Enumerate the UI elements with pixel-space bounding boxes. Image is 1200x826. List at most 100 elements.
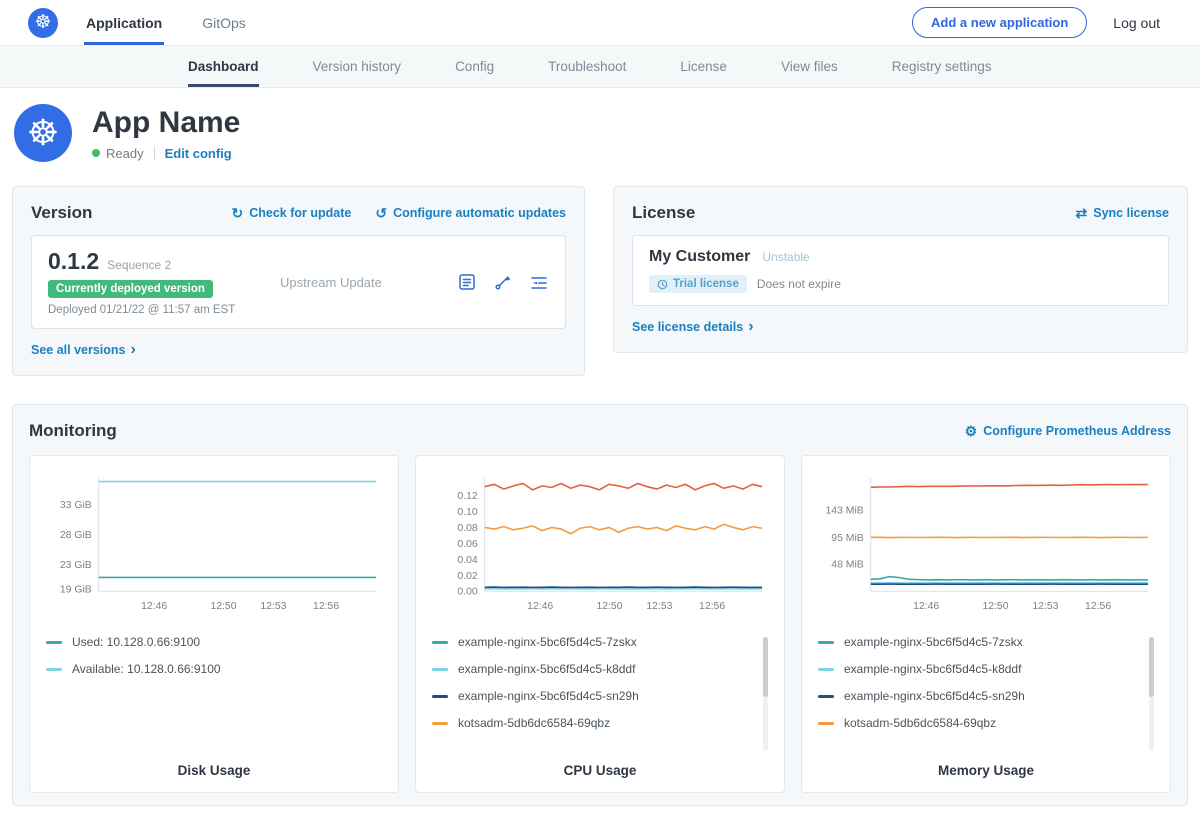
legend-label: Used: 10.128.0.66:9100	[72, 635, 200, 649]
refresh-icon: ↻	[231, 206, 243, 220]
kubernetes-wheel-glyph: ☸	[27, 112, 59, 154]
topnav-tabs: Application GitOps	[84, 0, 284, 45]
legend-swatch	[432, 695, 448, 698]
svg-text:12:46: 12:46	[141, 601, 167, 612]
license-card: License ⇄ Sync license My Customer Unsta…	[613, 186, 1188, 353]
deployed-status-badge: Currently deployed version	[48, 280, 213, 298]
disk-usage-panel: 33 GiB28 GiB23 GiB19 GiB12:4612:5012:531…	[29, 455, 399, 793]
current-version-box: 0.1.2 Sequence 2 Currently deployed vers…	[31, 235, 566, 329]
legend-label: example-nginx-5bc6f5d4c5-sn29h	[844, 689, 1025, 703]
tab-version-history[interactable]: Version history	[313, 46, 402, 87]
disk-usage-legend: Used: 10.128.0.66:9100Available: 10.128.…	[46, 635, 382, 757]
cpu-usage-panel: 0.120.100.080.060.040.020.0012:4612:5012…	[415, 455, 785, 793]
legend-swatch	[818, 641, 834, 644]
tab-config[interactable]: Config	[455, 46, 494, 87]
legend-item: example-nginx-5bc6f5d4c5-sn29h	[818, 689, 1138, 703]
license-card-title: License	[632, 203, 695, 223]
svg-text:143 MiB: 143 MiB	[825, 506, 863, 517]
release-notes-icon[interactable]	[457, 272, 477, 292]
svg-text:0.10: 0.10	[457, 507, 477, 518]
version-card-title: Version	[31, 203, 92, 223]
memory-usage-legend: example-nginx-5bc6f5d4c5-7zskx example-ng…	[818, 635, 1154, 757]
legend-label: example-nginx-5bc6f5d4c5-k8ddf	[458, 662, 635, 676]
tab-registry-settings[interactable]: Registry settings	[892, 46, 992, 87]
monitoring-title: Monitoring	[29, 421, 117, 441]
svg-text:12:50: 12:50	[210, 601, 236, 612]
scrollbar-thumb[interactable]	[763, 637, 768, 697]
memory-usage-chart: 143 MiB95 MiB48 MiB12:4612:5012:5312:56	[818, 468, 1154, 619]
dashboard-main: Version ↻ Check for update ↺ Configure a…	[0, 186, 1200, 826]
configure-prometheus-link[interactable]: ⚙ Configure Prometheus Address	[965, 424, 1171, 438]
svg-text:12:46: 12:46	[913, 601, 939, 612]
svg-text:12:50: 12:50	[982, 601, 1008, 612]
legend-label: example-nginx-5bc6f5d4c5-sn29h	[458, 689, 639, 703]
cpu-usage-chart: 0.120.100.080.060.040.020.0012:4612:5012…	[432, 468, 768, 619]
version-card-header: Version ↻ Check for update ↺ Configure a…	[31, 203, 566, 223]
tab-license[interactable]: License	[680, 46, 727, 87]
scrollbar-thumb[interactable]	[1149, 637, 1154, 697]
chevron-right-icon: ›	[131, 342, 136, 358]
preflight-checks-icon[interactable]	[493, 272, 513, 292]
trial-license-label: Trial license	[673, 278, 739, 290]
legend-item: example-nginx-5bc6f5d4c5-7zskx	[818, 635, 1138, 649]
app-logo-icon: ☸	[14, 104, 72, 162]
svg-text:12:50: 12:50	[596, 601, 622, 612]
legend-item: example-nginx-5bc6f5d4c5-k8ddf	[432, 662, 752, 676]
deployed-timestamp: Deployed 01/21/22 @ 11:57 am EST	[48, 304, 276, 316]
svg-text:12:53: 12:53	[260, 601, 286, 612]
memory-usage-title: Memory Usage	[818, 763, 1154, 778]
svg-text:0.08: 0.08	[457, 523, 477, 534]
tab-dashboard[interactable]: Dashboard	[188, 46, 259, 87]
svg-text:0.06: 0.06	[457, 539, 477, 550]
legend-swatch	[818, 668, 834, 671]
version-card-actions: ↻ Check for update ↺ Configure automatic…	[231, 206, 566, 220]
legend-scrollbar[interactable]	[1149, 637, 1154, 751]
legend-swatch	[432, 641, 448, 644]
edit-config-link[interactable]: Edit config	[165, 146, 232, 161]
svg-text:0.04: 0.04	[457, 555, 477, 566]
app-header: ☸ App Name Ready Edit config	[0, 88, 1200, 182]
monitoring-header: Monitoring ⚙ Configure Prometheus Addres…	[29, 421, 1171, 441]
svg-text:33 GiB: 33 GiB	[60, 500, 92, 511]
logout-button[interactable]: Log out	[1113, 15, 1160, 31]
app-status-row: Ready Edit config	[92, 146, 240, 161]
svg-text:28 GiB: 28 GiB	[60, 530, 92, 541]
svg-text:12:56: 12:56	[313, 601, 339, 612]
top-cards-row: Version ↻ Check for update ↺ Configure a…	[12, 186, 1188, 376]
svg-text:0.02: 0.02	[457, 571, 477, 582]
add-application-button[interactable]: Add a new application	[912, 7, 1087, 38]
configure-automatic-updates-label: Configure automatic updates	[393, 206, 566, 220]
monitoring-card: Monitoring ⚙ Configure Prometheus Addres…	[12, 404, 1188, 806]
deploy-logs-icon[interactable]	[529, 272, 549, 292]
app-header-text: App Name Ready Edit config	[92, 106, 240, 161]
sync-license-link[interactable]: ⇄ Sync license	[1076, 206, 1169, 220]
license-customer-row: My Customer Unstable	[649, 248, 1152, 266]
topnav-tab-application[interactable]: Application	[84, 0, 164, 45]
legend-item: example-nginx-5bc6f5d4c5-7zskx	[432, 635, 752, 649]
legend-item: kotsadm-5db6dc6584-69qbz	[432, 716, 752, 730]
svg-text:12:53: 12:53	[646, 601, 672, 612]
topnav-tab-gitops[interactable]: GitOps	[200, 0, 248, 45]
see-all-versions-link[interactable]: See all versions ›	[31, 342, 136, 358]
legend-swatch	[818, 695, 834, 698]
tab-view-files[interactable]: View files	[781, 46, 838, 87]
svg-text:12:56: 12:56	[699, 601, 725, 612]
charts-row: 33 GiB28 GiB23 GiB19 GiB12:4612:5012:531…	[29, 455, 1171, 793]
svg-text:12:53: 12:53	[1032, 601, 1058, 612]
license-card-actions: ⇄ Sync license	[1076, 206, 1169, 220]
see-license-details-link[interactable]: See license details ›	[632, 319, 754, 335]
trial-license-badge: Trial license	[649, 275, 747, 293]
disk-usage-title: Disk Usage	[46, 763, 382, 778]
configure-automatic-updates-link[interactable]: ↺ Configure automatic updates	[375, 206, 566, 220]
see-license-details-label: See license details	[632, 320, 743, 334]
status-dot-icon	[92, 149, 100, 157]
check-for-update-link[interactable]: ↻ Check for update	[231, 206, 351, 220]
legend-swatch	[46, 668, 62, 671]
legend-item: example-nginx-5bc6f5d4c5-k8ddf	[818, 662, 1138, 676]
cpu-usage-legend: example-nginx-5bc6f5d4c5-7zskx example-ng…	[432, 635, 768, 757]
svg-text:23 GiB: 23 GiB	[60, 560, 92, 571]
legend-scrollbar[interactable]	[763, 637, 768, 751]
license-info-box: My Customer Unstable Trial license Does …	[632, 235, 1169, 306]
legend-swatch	[432, 722, 448, 725]
tab-troubleshoot[interactable]: Troubleshoot	[548, 46, 626, 87]
